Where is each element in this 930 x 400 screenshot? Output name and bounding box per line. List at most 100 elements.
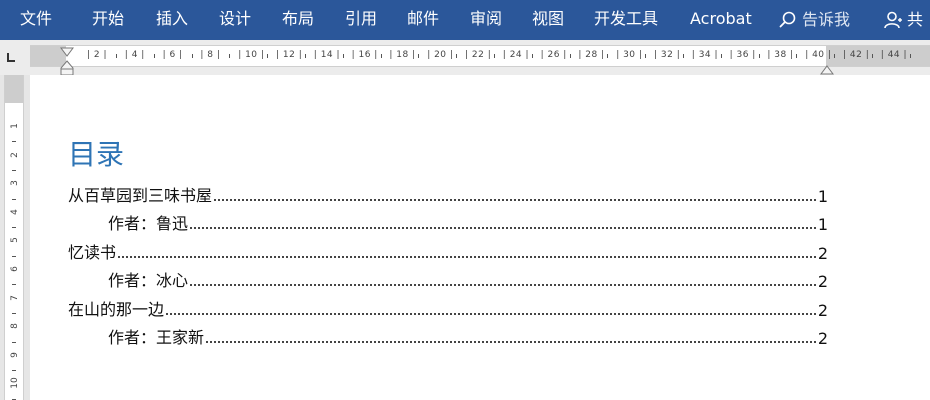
- toc-leader: [118, 256, 816, 258]
- ruler-tick: [834, 54, 836, 58]
- ruler-number: | 34 |: [691, 50, 719, 60]
- ruler-number: | 38 |: [767, 50, 794, 60]
- tab-layout[interactable]: 布局: [282, 0, 314, 40]
- tab-acrobat[interactable]: Acrobat: [690, 0, 752, 40]
- ruler-tick: [12, 141, 16, 143]
- ruler-tick: [12, 198, 16, 200]
- toc-page-number: 2: [817, 272, 828, 291]
- ruler-tick: [380, 54, 382, 58]
- toc-page-number: 1: [817, 187, 828, 206]
- ruler-tick: [493, 54, 495, 58]
- toc-leader: [206, 341, 816, 343]
- document-area: 目录 从百草园到三味书屋 1 作者：鲁迅 1 忆读书 2 作者：冰心 2 在山的…: [30, 75, 930, 400]
- ruler-tick: [607, 54, 609, 58]
- ruler-tick: [267, 54, 269, 58]
- ruler-number: | 10 |: [238, 50, 265, 60]
- toc-leader: [214, 199, 816, 201]
- ruler-number: | 2 |: [87, 50, 108, 60]
- ruler-number: | 44 |: [880, 50, 908, 60]
- toc-page-number: 2: [817, 244, 828, 263]
- tab-mailings[interactable]: 邮件: [407, 0, 439, 40]
- ruler-number: | 32 |: [654, 50, 681, 60]
- toc-entry-text: 在山的那一边: [68, 300, 165, 319]
- person-icon: [883, 10, 903, 30]
- ruler-number: | 16 |: [351, 50, 378, 60]
- toc-entry[interactable]: 作者：冰心 2: [108, 267, 828, 291]
- ruler-number: | 4 |: [124, 50, 145, 60]
- ruler-right-margin: [826, 46, 930, 66]
- toc-entry[interactable]: 忆读书 2: [68, 239, 828, 263]
- tab-insert[interactable]: 插入: [156, 0, 188, 40]
- ruler-number: | 6 |: [162, 50, 183, 60]
- ruler-tick: [569, 54, 571, 58]
- ruler-tick: [12, 312, 16, 314]
- ruler-tick: [456, 54, 458, 58]
- ribbon-tab-bar: 文件 开始 插入 设计 布局 引用 邮件 审阅 视图 开发工具 Acrobat …: [0, 0, 930, 40]
- toc-entry-text: 作者：鲁迅: [108, 214, 189, 233]
- ruler-tick: [12, 370, 16, 372]
- ruler-tick: [115, 54, 117, 58]
- share-button[interactable]: 共: [883, 0, 923, 40]
- toc-entry[interactable]: 在山的那一边 2: [68, 296, 828, 320]
- horizontal-ruler[interactable]: | 2 | | 4 | | 6 | | 8 | | 10 | | 12 | | 14 | | …: [30, 45, 930, 67]
- toc-leader: [190, 284, 816, 286]
- tab-file[interactable]: 文件: [20, 0, 52, 40]
- ruler-tick: [796, 54, 798, 58]
- ruler-number: 10: [10, 377, 20, 390]
- ruler-tick: [342, 54, 344, 58]
- tab-developer[interactable]: 开发工具: [594, 0, 658, 40]
- vertical-ruler[interactable]: 1 2 3 4 5 6 7 8 9 10: [4, 75, 24, 400]
- tab-references[interactable]: 引用: [345, 0, 377, 40]
- document-page[interactable]: 目录 从百草园到三味书屋 1 作者：鲁迅 1 忆读书 2 作者：冰心 2 在山的…: [30, 75, 930, 400]
- toc-entry[interactable]: 作者：王家新 2: [108, 324, 828, 348]
- ruler-number: | 42 |: [843, 50, 870, 60]
- ruler-tick: [229, 54, 231, 58]
- ruler-tick: [12, 227, 16, 229]
- toc-page-number: 1: [817, 215, 828, 234]
- ruler-number: 7: [10, 294, 20, 301]
- ruler-tick: [720, 54, 722, 58]
- ruler-tick: [12, 169, 16, 171]
- toc-heading: 目录: [68, 138, 125, 171]
- ruler-number: 1: [10, 123, 20, 129]
- ruler-tick: [153, 54, 155, 58]
- tab-stop-selector-icon[interactable]: [4, 50, 18, 64]
- ruler-number: | 20 |: [427, 50, 454, 60]
- tab-review[interactable]: 审阅: [470, 0, 502, 40]
- toc-entry[interactable]: 作者：鲁迅 1: [108, 210, 828, 234]
- lightbulb-search-icon: [778, 10, 798, 30]
- toc-entry[interactable]: 从百草园到三味书屋 1: [68, 182, 828, 206]
- tab-design[interactable]: 设计: [219, 0, 251, 40]
- share-label: 共: [907, 10, 924, 29]
- tab-home[interactable]: 开始: [92, 0, 124, 40]
- ruler-number: | 14 |: [313, 50, 341, 60]
- ruler-tick: [645, 54, 647, 58]
- ruler-number: | 36 |: [729, 50, 756, 60]
- tell-me-search[interactable]: 告诉我: [778, 0, 850, 40]
- toc-entry-text: 作者：王家新: [108, 328, 205, 347]
- first-line-indent-marker[interactable]: [60, 42, 74, 61]
- ruler-tick: [758, 54, 760, 58]
- ruler-number: 8: [10, 323, 20, 330]
- ruler-tick: [12, 255, 16, 257]
- toc-page-number: 2: [817, 329, 828, 348]
- toc-entry-text: 忆读书: [68, 243, 117, 262]
- ruler-top-margin: [5, 75, 23, 103]
- ruler-number: | 18 |: [389, 50, 416, 60]
- ruler-tick: [682, 54, 684, 58]
- tell-me-label: 告诉我: [802, 10, 851, 29]
- ruler-number: 2: [10, 151, 20, 158]
- ruler-tick: [909, 54, 911, 58]
- ruler-number: | 12 |: [276, 50, 303, 60]
- tab-view[interactable]: 视图: [532, 0, 564, 40]
- ruler-number: | 8 |: [200, 50, 221, 60]
- ruler-tick: [12, 284, 16, 286]
- ruler-number: | 22 |: [465, 50, 492, 60]
- ruler-number: | 26 |: [540, 50, 567, 60]
- ruler-number: 3: [10, 180, 20, 187]
- toc-leader: [190, 227, 816, 229]
- toc-leader: [166, 313, 816, 315]
- ruler-number: | 24 |: [502, 50, 530, 60]
- toc-page-number: 2: [817, 301, 828, 320]
- ruler-tick: [531, 54, 533, 58]
